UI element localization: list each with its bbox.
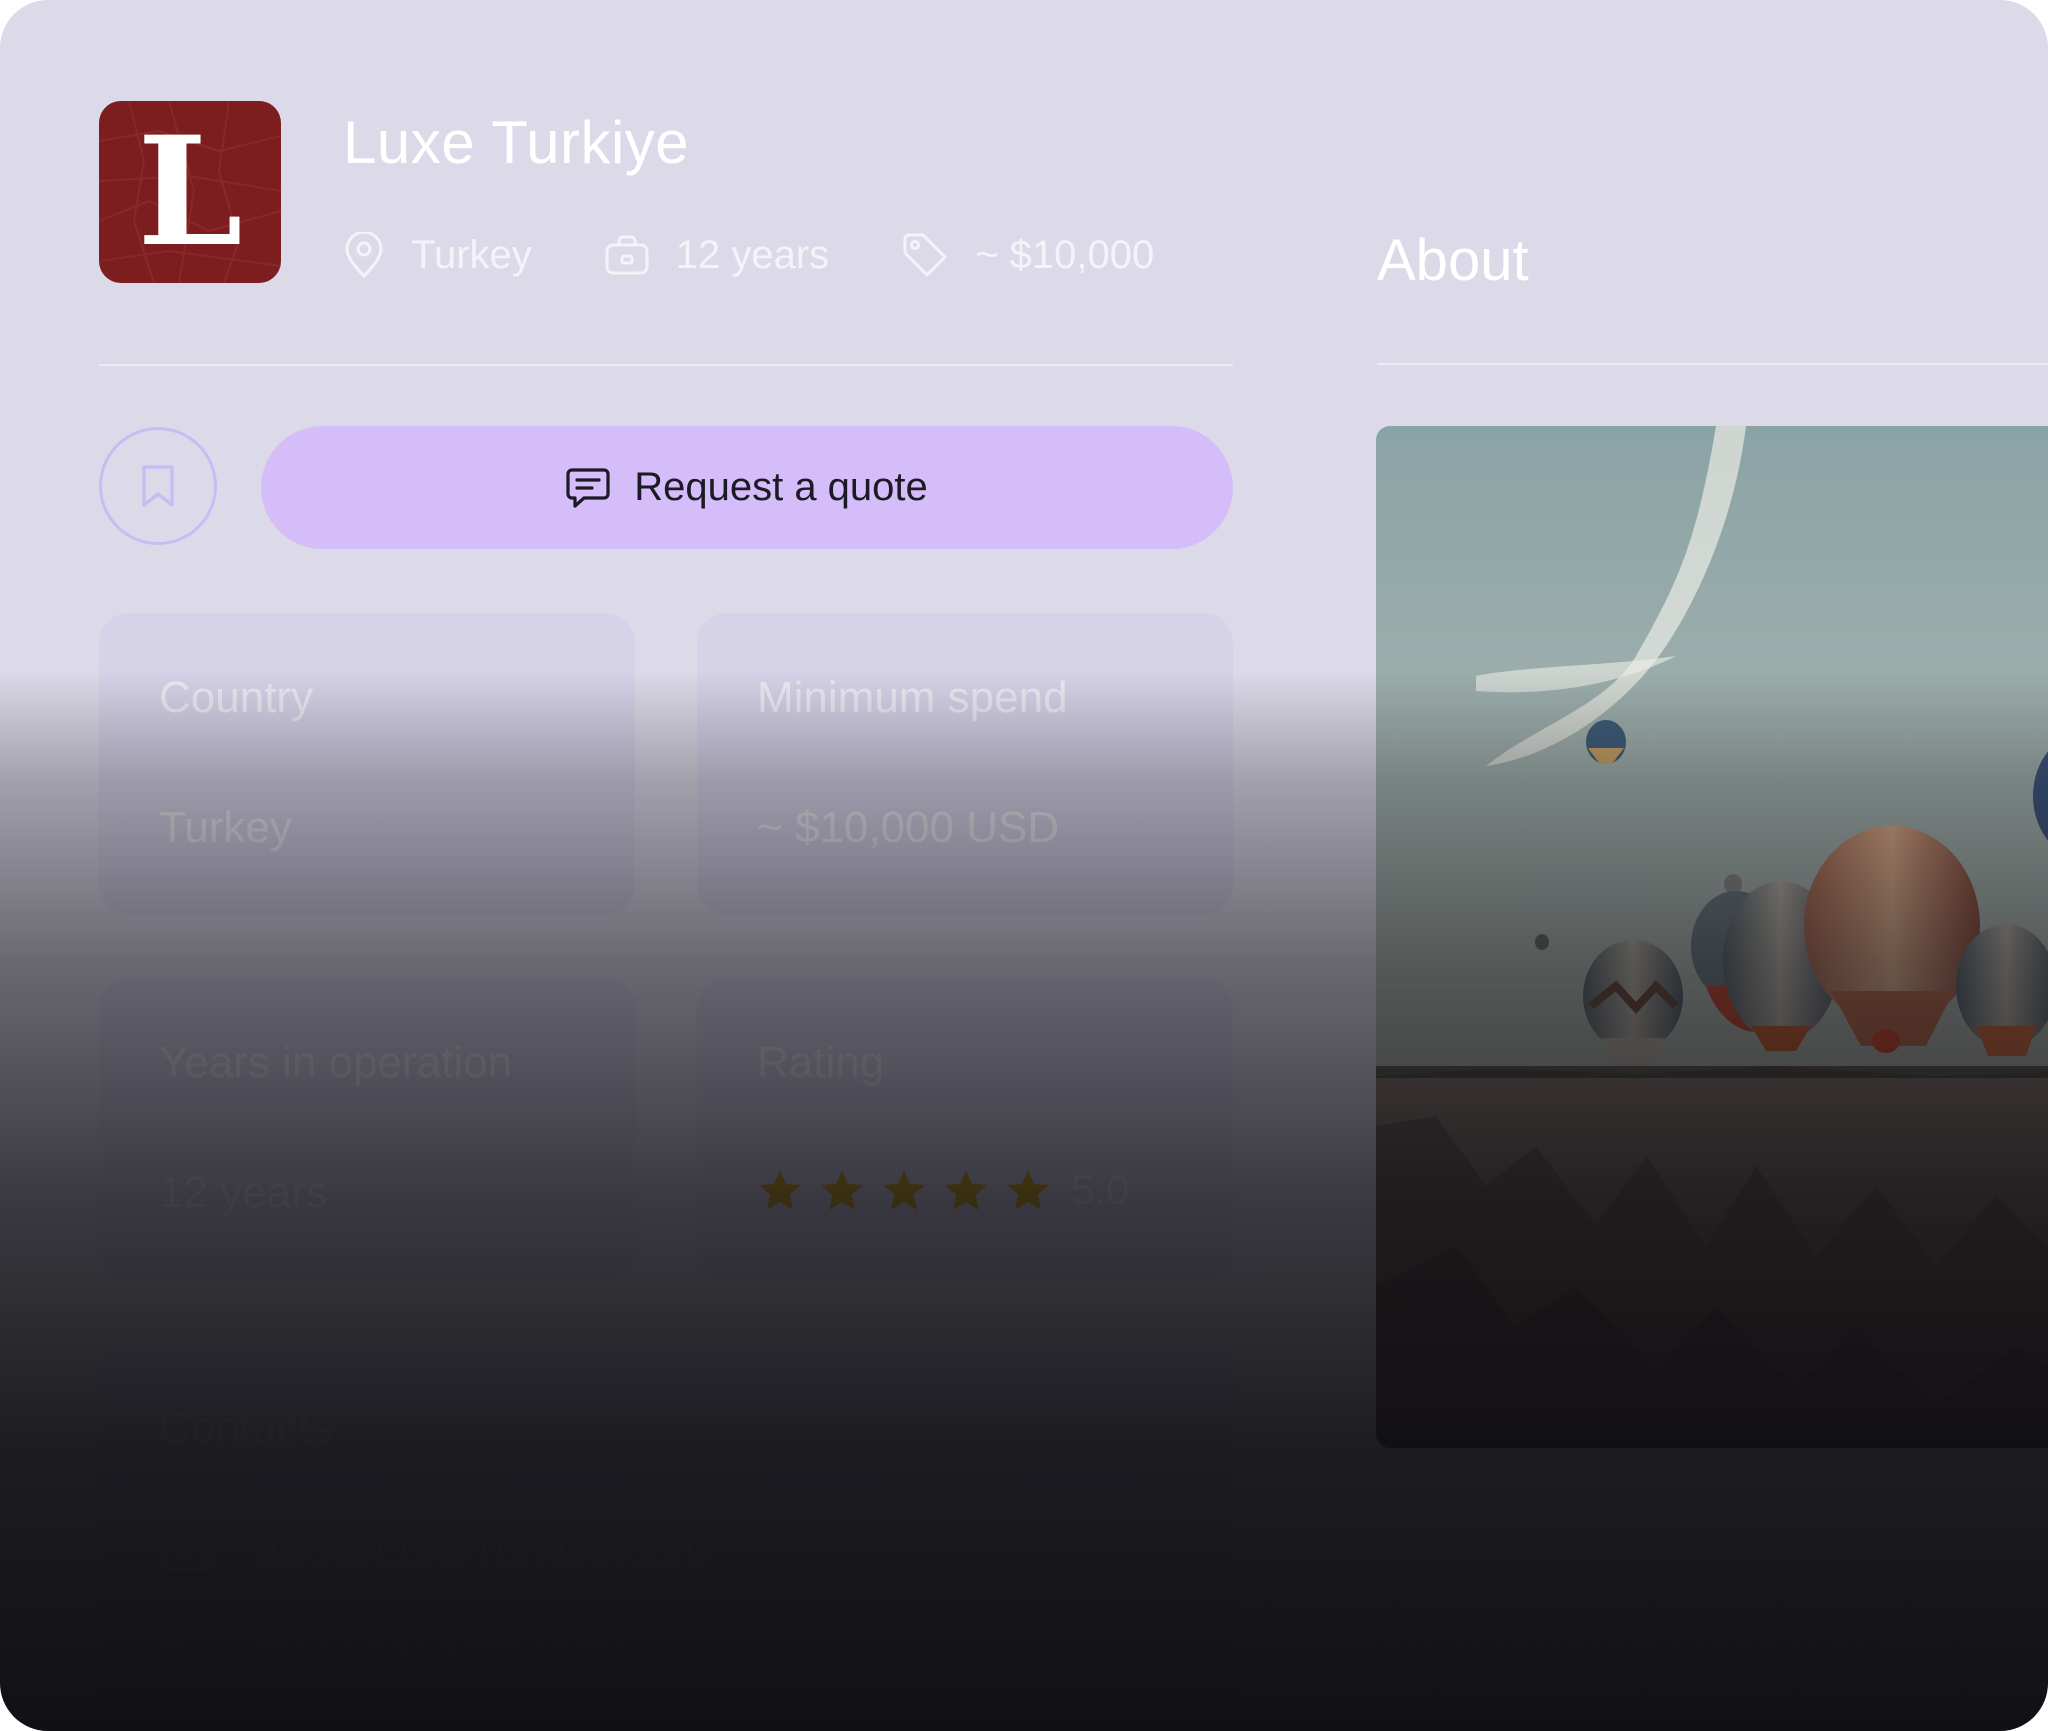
rating-card: Rating 5.0 (697, 978, 1233, 1280)
contacts-card: Contacts info@LuxeTurkiye.com +1 (123) 4… (99, 1343, 1233, 1731)
logo-letter: L (137, 104, 243, 280)
about-description: Luxe Turkiye is a privately-own customiz… (1377, 1528, 2048, 1731)
rating-label: Rating (757, 1038, 885, 1087)
about-photo (1376, 426, 2048, 1448)
star-icon (945, 1170, 987, 1210)
phone-icon (162, 1630, 204, 1672)
request-quote-button[interactable]: Request a quote (261, 426, 1233, 549)
contact-email[interactable]: info@LuxeTurkiye.com (259, 1525, 708, 1575)
bookmark-icon (142, 465, 174, 507)
contacts-label: Contacts (159, 1403, 333, 1452)
about-line: Luxe Turkiye is a privately-own (1377, 1539, 2006, 1591)
bookmark-button[interactable] (99, 427, 217, 545)
country-card: Country Turkey (99, 613, 635, 915)
about-line: strives to understand each of (1377, 1687, 1968, 1731)
rating-score: 5.0 (1071, 1166, 1130, 1213)
minimum-spend-label: Minimum spend (757, 673, 1068, 722)
company-name: Luxe Turkiye (343, 109, 690, 176)
header-divider (99, 364, 1233, 366)
price-tag-icon (903, 233, 947, 277)
minimum-spend-card: Minimum spend ~ $10,000 USD (697, 613, 1233, 915)
about-line: customized travel experience (1377, 1613, 1973, 1665)
meta-experience: 12 years (604, 233, 829, 278)
meta-price-text: ~ $10,000 (975, 232, 1155, 277)
contact-phone[interactable]: +1 (123) 456-7890 (259, 1621, 622, 1671)
meta-location: Turkey (343, 232, 532, 278)
briefcase-icon (605, 235, 649, 275)
star-icon (759, 1170, 801, 1210)
meta-location-text: Turkey (411, 232, 532, 277)
years-card: Years in operation 12 years (99, 978, 635, 1280)
country-label: Country (159, 673, 314, 722)
about-divider (1377, 363, 2048, 365)
years-value: 12 years (159, 1168, 328, 1217)
agency-profile-panel: L Luxe Turkiye Turkey 12 years ~ $10,000 (0, 0, 2048, 1731)
star-icon (1007, 1170, 1049, 1210)
meta-price: ~ $10,000 (901, 231, 1154, 279)
star-icon (883, 1170, 925, 1210)
map-pin-icon (345, 232, 383, 278)
country-value: Turkey (159, 803, 292, 852)
mail-icon (161, 1533, 211, 1571)
chat-icon (566, 467, 610, 508)
request-quote-label: Request a quote (634, 465, 928, 509)
hot-air-balloons-illustration (1376, 426, 2048, 1448)
about-heading: About (1377, 228, 1529, 293)
minimum-spend-value: ~ $10,000 USD (757, 803, 1060, 852)
rating-stars: 5.0 (757, 1166, 1129, 1214)
star-icon (821, 1170, 863, 1210)
meta-experience-text: 12 years (675, 232, 830, 277)
years-label: Years in operation (159, 1038, 513, 1087)
company-logo: L (99, 101, 281, 283)
company-meta: Turkey 12 years ~ $10,000 (343, 225, 1226, 285)
